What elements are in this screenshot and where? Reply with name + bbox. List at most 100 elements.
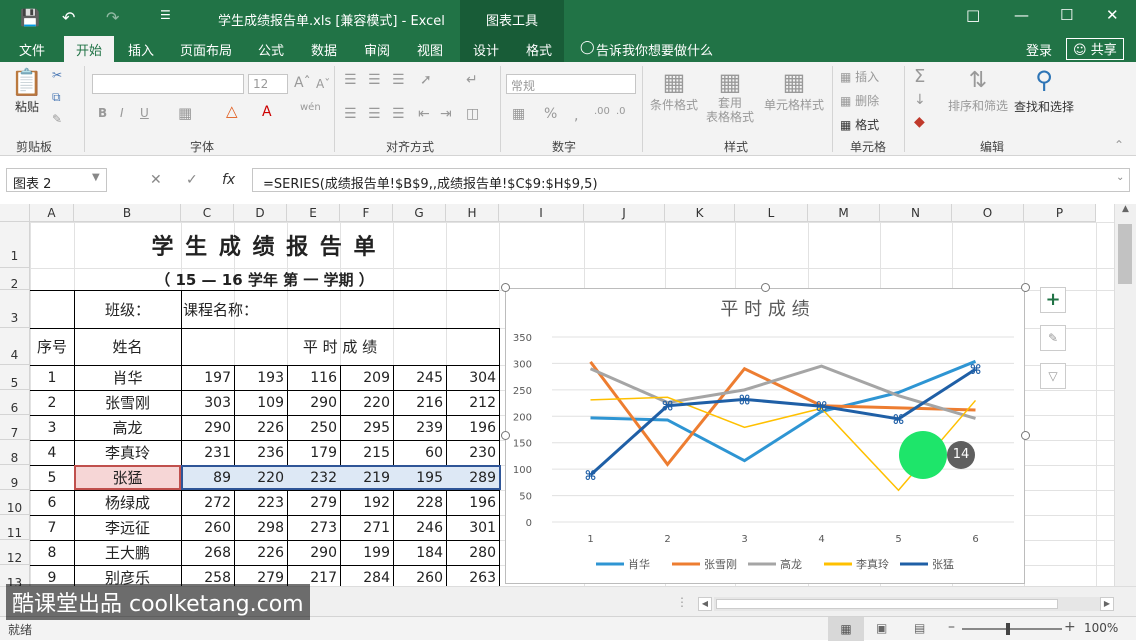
column-header[interactable]: I [499, 204, 584, 222]
student-name[interactable]: 李真玲 [74, 440, 181, 465]
score-cell[interactable]: 217 [287, 565, 337, 586]
score-cell[interactable]: 193 [234, 365, 284, 390]
tab-format[interactable]: 格式 [526, 40, 552, 59]
column-header[interactable]: D [234, 204, 287, 222]
score-cell[interactable]: 228 [393, 490, 443, 515]
score-cell[interactable]: 272 [181, 490, 231, 515]
close-icon[interactable]: ✕ [1106, 6, 1119, 24]
chart-elements-plus-icon[interactable]: + [1040, 287, 1066, 313]
page-break-view-icon[interactable]: ▤ [914, 621, 925, 635]
customize-qat-icon[interactable]: ☰ [160, 8, 171, 22]
score-cell[interactable]: 179 [287, 440, 337, 465]
vertical-scrollbar[interactable]: ▲ [1114, 204, 1136, 586]
scroll-up-icon[interactable]: ▲ [1115, 204, 1136, 214]
row-header[interactable]: 13 [0, 565, 30, 586]
column-header[interactable]: F [340, 204, 393, 222]
resize-handle[interactable] [761, 283, 770, 292]
font-size-combo[interactable]: 12 [248, 74, 288, 94]
sheet-title[interactable]: 学 生 成 绩 报 告 单 [30, 222, 499, 268]
score-cell[interactable]: 279 [287, 490, 337, 515]
tab-formulas[interactable]: 公式 [258, 40, 284, 59]
chart[interactable]: 平 时 成 绩 0 50 100 150 200 250 300 350 1 2 3 4 5 6 肖华 张雪刚 高… [505, 288, 1025, 584]
insert-function-icon[interactable]: fx [222, 172, 235, 188]
zoom-out-icon[interactable]: – [948, 619, 955, 635]
hscroll-right-icon[interactable]: ▶ [1100, 597, 1114, 611]
autosum-icon[interactable]: Σ [914, 66, 925, 87]
resize-handle[interactable] [1021, 283, 1030, 292]
score-cell[interactable]: 89 [181, 465, 231, 490]
zoom-slider[interactable] [962, 623, 1062, 635]
score-cell[interactable]: 280 [446, 540, 496, 565]
score-cell[interactable]: 232 [287, 465, 337, 490]
expand-formula-icon[interactable]: ⌄ [1116, 172, 1124, 183]
row-header[interactable]: 9 [0, 465, 30, 490]
delete-cells-button[interactable]: ▦ 删除 [840, 92, 879, 109]
score-cell[interactable]: 196 [446, 415, 496, 440]
format-painter-icon[interactable]: ✎ [52, 112, 62, 126]
zoom-slider-thumb[interactable] [1006, 623, 1010, 635]
row-number[interactable]: 6 [30, 490, 74, 515]
underline-icon[interactable]: U [140, 106, 149, 120]
undo-icon[interactable]: ↶ [62, 8, 75, 27]
score-cell[interactable]: 236 [234, 440, 284, 465]
insert-cells-button[interactable]: ▦ 插入 [840, 68, 879, 85]
share-button[interactable]: ☺ 共享 [1066, 38, 1124, 60]
resize-handle[interactable] [1021, 431, 1030, 440]
student-name[interactable]: 肖华 [74, 365, 181, 390]
row-header[interactable]: 11 [0, 515, 30, 540]
column-header[interactable]: E [287, 204, 340, 222]
score-cell[interactable]: 290 [287, 540, 337, 565]
row-header[interactable]: 10 [0, 490, 30, 515]
tab-design[interactable]: 设计 [473, 40, 499, 59]
hscroll-thumb[interactable] [716, 599, 1058, 609]
student-name[interactable]: 杨绿成 [74, 490, 181, 515]
fill-color-icon[interactable]: △ [226, 102, 238, 120]
cut-icon[interactable]: ✂ [52, 68, 62, 82]
select-all-corner[interactable] [0, 204, 30, 222]
number-format-combo[interactable]: 常规 [506, 74, 636, 94]
row-number[interactable]: 8 [30, 540, 74, 565]
save-icon[interactable]: 💾 [20, 8, 40, 27]
maximize-icon[interactable]: ☐ [1060, 6, 1073, 24]
score-cell[interactable]: 196 [446, 490, 496, 515]
row-number[interactable]: 4 [30, 440, 74, 465]
score-cell[interactable]: 220 [340, 390, 390, 415]
conditional-format-button[interactable]: ▦ 条件格式 [648, 68, 700, 113]
border-icon[interactable]: ▦ [178, 104, 192, 122]
score-cell[interactable]: 199 [340, 540, 390, 565]
score-cell[interactable]: 303 [181, 390, 231, 415]
redo-icon[interactable]: ↷ [106, 8, 119, 27]
score-cell[interactable]: 226 [234, 540, 284, 565]
score-cell[interactable]: 195 [393, 465, 443, 490]
name-box-dropdown-icon[interactable]: ▼ [92, 172, 100, 183]
score-cell[interactable]: 239 [393, 415, 443, 440]
tab-view[interactable]: 视图 [417, 40, 443, 59]
row-header[interactable]: 3 [0, 290, 30, 328]
student-name[interactable]: 李远征 [74, 515, 181, 540]
score-cell[interactable]: 250 [287, 415, 337, 440]
fill-icon[interactable]: ↓ [914, 92, 926, 108]
tab-insert[interactable]: 插入 [128, 40, 154, 59]
column-header[interactable]: G [393, 204, 446, 222]
top-align-icon[interactable]: ☰ [344, 72, 357, 88]
score-cell[interactable]: 223 [234, 490, 284, 515]
percent-icon[interactable]: % [544, 106, 557, 122]
score-cell[interactable]: 216 [393, 390, 443, 415]
score-cell[interactable]: 116 [287, 365, 337, 390]
score-cell[interactable]: 197 [181, 365, 231, 390]
score-cell[interactable]: 231 [181, 440, 231, 465]
score-cell[interactable]: 271 [340, 515, 390, 540]
find-select-button[interactable]: ⚲ 查找和选择 [1012, 66, 1076, 115]
font-color-icon[interactable]: A [262, 104, 272, 120]
score-cell[interactable]: 220 [234, 465, 284, 490]
row-header[interactable]: 7 [0, 415, 30, 440]
column-header[interactable]: O [952, 204, 1024, 222]
column-header[interactable]: J [584, 204, 665, 222]
score-cell[interactable]: 289 [446, 465, 496, 490]
score-cell[interactable]: 192 [340, 490, 390, 515]
currency-icon[interactable]: ▦ [512, 106, 525, 122]
row-header[interactable]: 1 [0, 222, 30, 268]
sheet-subtitle[interactable]: （ 15 — 16 学年 第 一 学期 ） [30, 268, 499, 290]
student-name[interactable]: 高龙 [74, 415, 181, 440]
row-number[interactable]: 5 [30, 465, 74, 490]
